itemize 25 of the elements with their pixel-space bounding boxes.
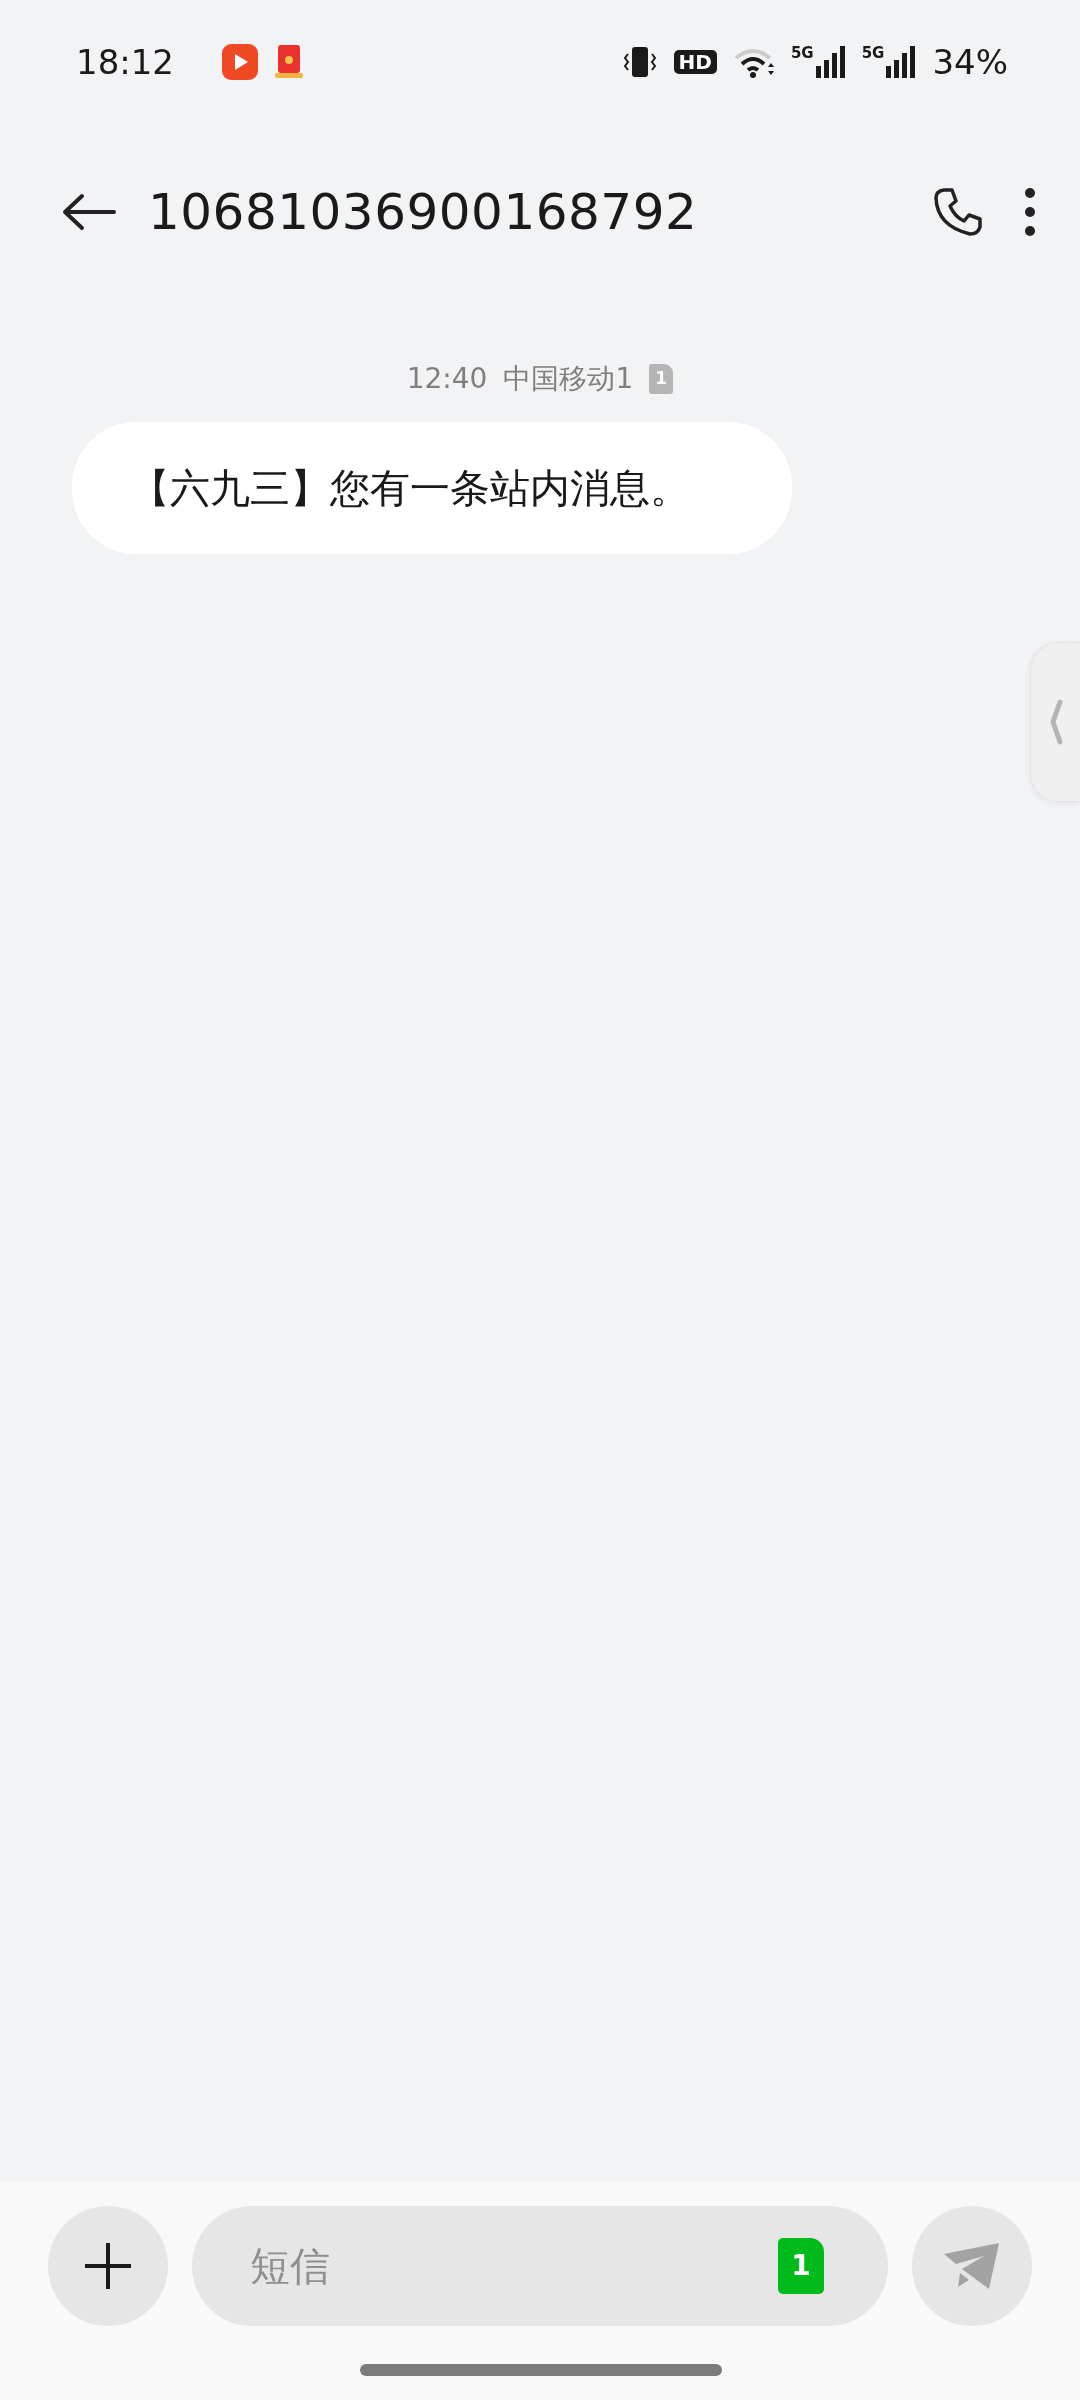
vibrate-icon <box>621 45 658 79</box>
hd-badge: HD <box>673 50 717 74</box>
side-panel-handle[interactable] <box>1030 642 1080 802</box>
network-type: 5G <box>861 46 885 61</box>
envelope-icon <box>274 45 304 79</box>
wifi-icon <box>732 46 775 78</box>
battery-level: 34% <box>932 40 1008 84</box>
phone-icon <box>932 186 984 238</box>
carrier-name: 中国移动1 <box>503 361 634 397</box>
plus-icon <box>85 2243 131 2289</box>
message-time: 12:40 <box>406 361 488 397</box>
chevron-left-icon <box>1048 699 1063 745</box>
signal-icon <box>886 46 917 78</box>
sim-card-badge: 1 <box>649 364 674 394</box>
contact-number: 10681036900168792 <box>148 181 698 243</box>
status-time: 18:12 <box>76 40 174 84</box>
sim-select-button[interactable]: 1 <box>778 2238 824 2294</box>
signal-icon <box>815 46 846 78</box>
network-type: 5G <box>790 46 814 61</box>
paper-plane-icon <box>944 2243 1000 2289</box>
message-bubble: 【六九三】您有一条站内消息。 <box>72 422 792 554</box>
more-icon <box>1024 187 1036 237</box>
play-app-icon <box>222 44 258 80</box>
back-arrow-icon <box>60 192 116 232</box>
message-input-field[interactable]: 短信 1 <box>192 2206 888 2326</box>
